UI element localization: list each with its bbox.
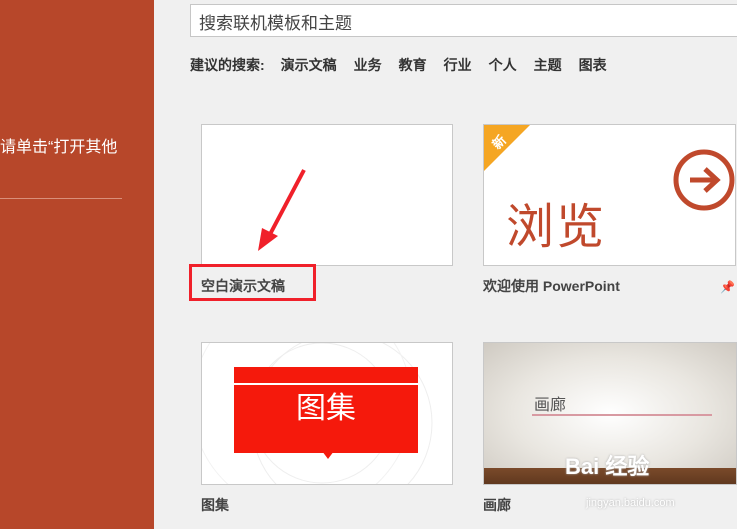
- suggest-link-personal[interactable]: 个人: [489, 55, 517, 75]
- arrow-right-circle-icon: [673, 149, 735, 211]
- open-other-link[interactable]: 请单击“打开其他: [0, 133, 117, 157]
- suggested-searches: 建议的搜索: 演示文稿 业务 教育 行业 个人 主题 图表: [190, 55, 624, 75]
- search-box[interactable]: [190, 4, 737, 38]
- main-panel: 建议的搜索: 演示文稿 业务 教育 行业 个人 主题 图表 空白演示文稿 新 浏…: [154, 0, 737, 529]
- template-thumb-welcome[interactable]: 新 浏览: [483, 124, 736, 266]
- baidu-watermark-url: jingyan.baidu.com: [586, 497, 675, 509]
- suggested-searches-label: 建议的搜索:: [190, 57, 265, 73]
- new-badge: [484, 125, 530, 171]
- suggest-link-presentations[interactable]: 演示文稿: [281, 55, 337, 75]
- search-input[interactable]: [197, 5, 737, 38]
- baidu-watermark: Bai 经验: [565, 454, 650, 479]
- hall-thumb-title: 画廊: [534, 397, 567, 414]
- browse-text: 浏览: [506, 201, 607, 254]
- highlight-box: [189, 264, 316, 301]
- suggest-link-education[interactable]: 教育: [399, 55, 427, 75]
- sidebar: 请单击“打开其他: [0, 0, 154, 529]
- gallery-banner-tip: [322, 451, 334, 459]
- template-caption-welcome[interactable]: 欢迎使用 PowerPoint: [483, 276, 620, 296]
- template-caption-hall[interactable]: 画廊: [483, 495, 511, 515]
- template-thumb-blank[interactable]: [201, 124, 453, 266]
- template-caption-gallery[interactable]: 图集: [201, 495, 229, 515]
- gallery-thumb-title: 图集: [296, 392, 356, 425]
- suggest-link-themes[interactable]: 主题: [534, 55, 562, 75]
- pin-icon[interactable]: 📌: [720, 280, 735, 294]
- suggest-link-industry[interactable]: 行业: [444, 55, 472, 75]
- template-thumb-gallery[interactable]: 图集: [201, 342, 453, 485]
- suggest-link-charts[interactable]: 图表: [579, 55, 607, 75]
- hall-underline: [532, 414, 712, 416]
- sidebar-divider: [0, 198, 122, 199]
- suggest-link-business[interactable]: 业务: [354, 55, 382, 75]
